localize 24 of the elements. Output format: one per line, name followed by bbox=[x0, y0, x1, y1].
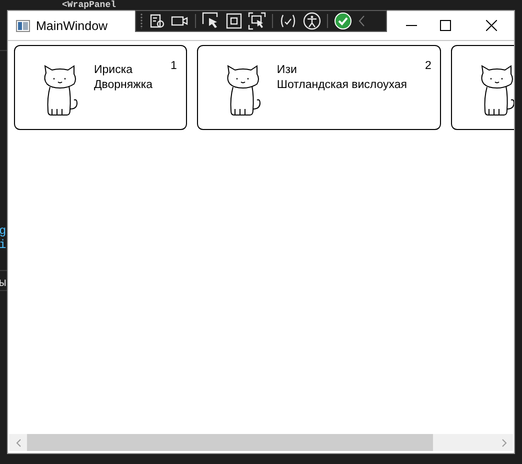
chevron-right-icon bbox=[502, 438, 506, 446]
code-fragment: g bbox=[0, 224, 7, 238]
cat-name: Изи bbox=[276, 64, 298, 76]
window-title: MainWindow bbox=[36, 18, 108, 32]
hot-reload-icon[interactable] bbox=[279, 13, 297, 29]
accessibility-icon[interactable] bbox=[303, 12, 321, 30]
card-number: 1 bbox=[170, 60, 177, 74]
horizontal-scrollbar[interactable] bbox=[9, 434, 513, 451]
app-icon bbox=[16, 20, 30, 32]
code-line: <WrapPanel bbox=[62, 0, 116, 10]
maximize-icon bbox=[440, 20, 450, 31]
cat-name: Ириска bbox=[94, 64, 134, 76]
cat-breed: Шотландская вислоухая bbox=[276, 79, 408, 91]
card-number: 2 bbox=[424, 60, 432, 74]
close-icon bbox=[486, 20, 496, 31]
select-element-icon[interactable] bbox=[202, 12, 220, 30]
code-fragment: i bbox=[0, 238, 7, 252]
live-tree-icon[interactable] bbox=[149, 13, 165, 29]
cat-breed: Дворняжка bbox=[94, 79, 153, 91]
chevron-left-icon bbox=[16, 438, 20, 446]
scroll-thumb[interactable] bbox=[27, 434, 433, 451]
check-icon[interactable] bbox=[334, 12, 352, 30]
collapse-icon[interactable] bbox=[358, 15, 366, 27]
layout-adorner-icon[interactable] bbox=[226, 13, 242, 29]
